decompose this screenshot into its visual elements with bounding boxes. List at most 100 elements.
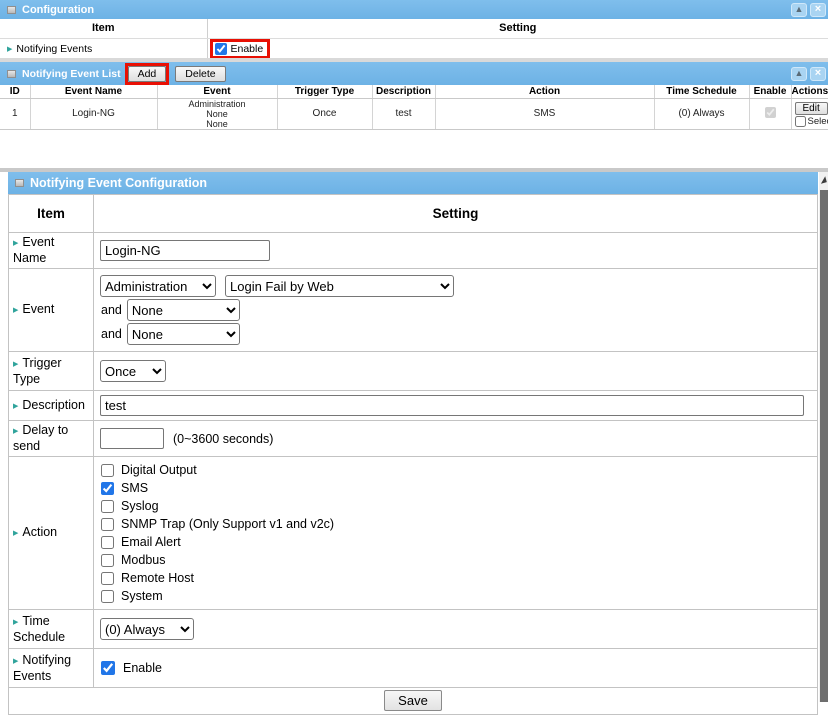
enable-label: Enable xyxy=(123,661,162,675)
scrollbar-thumb[interactable] xyxy=(820,190,828,702)
notifying-events-enable-checkbox[interactable] xyxy=(101,661,115,675)
event-configuration-table: Item Setting Event Name Event Administra… xyxy=(8,194,818,715)
save-row: Save xyxy=(9,688,818,715)
action-option: SMS xyxy=(100,479,811,497)
column-enable: Enable xyxy=(749,85,791,98)
window-icon xyxy=(7,70,16,78)
column-description: Description xyxy=(372,85,435,98)
action-option: Modbus xyxy=(100,551,811,569)
cell-enable xyxy=(749,98,791,129)
notifying-events-row: Notifying Events Enable xyxy=(0,38,828,59)
action-row: Action Digital Output SMS Syslog SNMP Tr… xyxy=(9,457,818,610)
notifying-event-list-panel: Notifying Event List Add Delete ▲ × ID E… xyxy=(0,62,828,130)
event-list-table: ID Event Name Event Trigger Type Descrip… xyxy=(0,85,828,130)
close-icon[interactable]: × xyxy=(810,67,826,81)
event-and1-select[interactable]: None xyxy=(127,299,240,321)
enable-label: Enable xyxy=(231,43,264,55)
description-input[interactable] xyxy=(100,395,804,416)
page: { "colors": { "header_blue": "#6db2e5", … xyxy=(0,0,828,702)
table-header-row: ID Event Name Event Trigger Type Descrip… xyxy=(0,85,828,98)
event-row: Event Administration Login Fail by Web a… xyxy=(9,269,818,352)
event-name-input[interactable] xyxy=(100,240,270,261)
action-syslog-checkbox[interactable] xyxy=(101,500,114,513)
notifying-events-row: Notifying Events Enable xyxy=(9,649,818,688)
event-type-select[interactable]: Login Fail by Web xyxy=(225,275,454,297)
action-options: Digital Output SMS Syslog SNMP Trap (Onl… xyxy=(94,457,818,610)
select-label: Select xyxy=(808,116,828,127)
page-title: Notifying Event Configuration xyxy=(30,176,207,190)
column-event: Event xyxy=(157,85,277,98)
window-icon xyxy=(15,179,24,187)
notifying-event-list-header: Notifying Event List Add Delete ▲ × xyxy=(0,62,828,85)
action-modbus-checkbox[interactable] xyxy=(101,554,114,567)
table-row: 1 Login-NG Administration None None Once… xyxy=(0,98,828,129)
save-button[interactable]: Save xyxy=(384,690,442,711)
collapse-icon[interactable]: ▲ xyxy=(791,67,807,81)
column-event-name: Event Name xyxy=(30,85,157,98)
delay-label: Delay to send xyxy=(13,423,68,453)
window-icon xyxy=(7,6,16,14)
add-button[interactable]: Add xyxy=(128,66,167,82)
cell-event-name: Login-NG xyxy=(30,98,157,129)
column-time-schedule: Time Schedule xyxy=(654,85,749,98)
column-id: ID xyxy=(0,85,30,98)
column-item: Item xyxy=(9,195,94,233)
delay-hint: (0~3600 seconds) xyxy=(173,432,273,446)
action-label: Action xyxy=(13,525,57,539)
table-header-row: Item Setting xyxy=(9,195,818,233)
event-name-row: Event Name xyxy=(9,233,818,269)
trigger-type-select[interactable]: Once xyxy=(100,360,166,382)
column-item: Item xyxy=(0,19,207,38)
scroll-up-icon[interactable] xyxy=(819,172,828,188)
notifying-events-enable-checkbox[interactable] xyxy=(215,43,227,55)
trigger-type-label: Trigger Type xyxy=(13,356,62,386)
collapse-icon[interactable]: ▲ xyxy=(791,3,807,17)
event-and2-select[interactable]: None xyxy=(127,323,240,345)
cell-description: test xyxy=(372,98,435,129)
row-enable-checkbox xyxy=(765,107,776,118)
trigger-type-row: Trigger Type Once xyxy=(9,352,818,391)
delete-button[interactable]: Delete xyxy=(175,66,225,82)
configuration-table: Item Setting Notifying Events Enable xyxy=(0,19,828,60)
action-snmp-trap-checkbox[interactable] xyxy=(101,518,114,531)
time-schedule-row: Time Schedule (0) Always xyxy=(9,610,818,649)
notifying-event-configuration-panel: Notifying Event Configuration Item Setti… xyxy=(8,172,818,715)
cell-event: Administration None None xyxy=(157,98,277,129)
cell-time-schedule: (0) Always xyxy=(654,98,749,129)
action-digital-output-checkbox[interactable] xyxy=(101,464,114,477)
action-option: Email Alert xyxy=(100,533,811,551)
configuration-panel-header: Configuration ▲ × xyxy=(0,0,828,19)
panel-controls: ▲ × xyxy=(791,3,826,17)
highlight-box-add: Add xyxy=(125,63,170,85)
column-actions: Actions xyxy=(791,85,828,98)
panel-controls: ▲ × xyxy=(791,67,826,81)
description-label: Description xyxy=(13,398,85,412)
description-row: Description xyxy=(9,391,818,421)
column-setting: Setting xyxy=(94,195,818,233)
row-select-checkbox[interactable] xyxy=(795,116,806,127)
time-schedule-select[interactable]: (0) Always xyxy=(100,618,194,640)
action-remote-host-checkbox[interactable] xyxy=(101,572,114,585)
configuration-panel-title: Configuration xyxy=(22,4,94,16)
column-trigger-type: Trigger Type xyxy=(277,85,372,98)
edit-button[interactable]: Edit xyxy=(795,102,828,115)
column-action: Action xyxy=(435,85,654,98)
delay-row: Delay to send (0~3600 seconds) xyxy=(9,421,818,457)
action-system-checkbox[interactable] xyxy=(101,590,114,603)
notifying-event-configuration-header: Notifying Event Configuration xyxy=(8,172,818,194)
delay-input[interactable] xyxy=(100,428,164,449)
event-group-select[interactable]: Administration xyxy=(100,275,216,297)
scrollbar[interactable] xyxy=(819,172,828,702)
action-option: System xyxy=(100,587,811,605)
configuration-panel: Configuration ▲ × Item Setting Notifying… xyxy=(0,0,828,60)
close-icon[interactable]: × xyxy=(810,3,826,17)
cell-trigger-type: Once xyxy=(277,98,372,129)
action-email-alert-checkbox[interactable] xyxy=(101,536,114,549)
action-option: Syslog xyxy=(100,497,811,515)
action-sms-checkbox[interactable] xyxy=(101,482,114,495)
notifying-event-list-title: Notifying Event List xyxy=(22,68,121,80)
cell-action: SMS xyxy=(435,98,654,129)
time-schedule-label: Time Schedule xyxy=(13,614,65,644)
table-header-row: Item Setting xyxy=(0,19,828,38)
event-name-label: Event Name xyxy=(13,235,54,265)
